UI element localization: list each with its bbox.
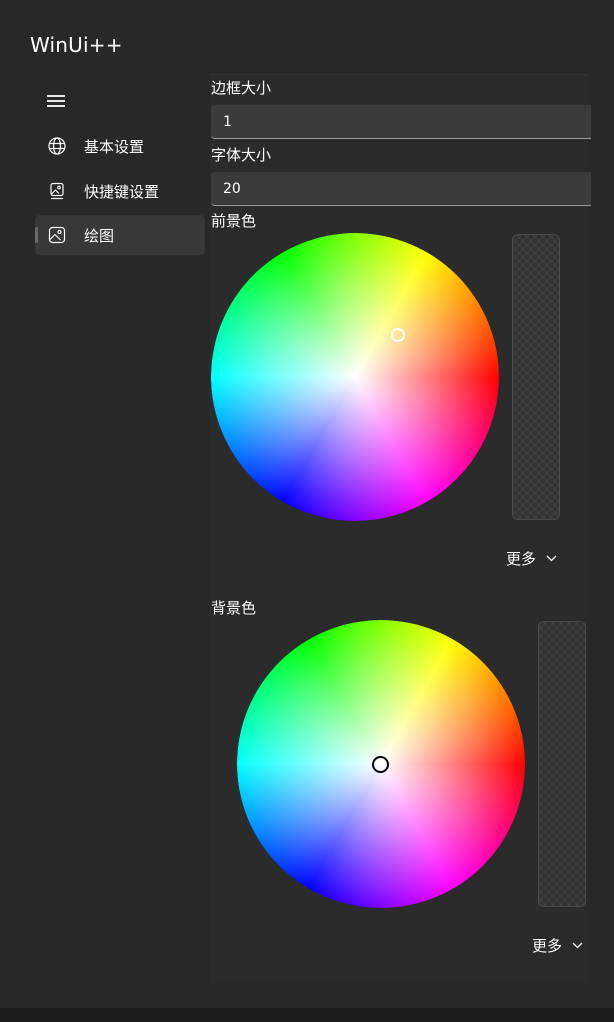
nav-item-label: 绘图 — [84, 227, 115, 245]
background-color-label: 背景色 — [211, 599, 257, 617]
image-icon — [48, 226, 66, 244]
foreground-more-button[interactable]: 更多 — [506, 548, 557, 569]
selection-indicator — [35, 227, 38, 243]
foreground-alpha-slider[interactable] — [512, 234, 560, 520]
chevron-down-icon — [546, 555, 557, 562]
chevron-down-icon — [572, 942, 583, 949]
more-label: 更多 — [506, 550, 537, 568]
font-size-input[interactable]: 20 — [211, 172, 591, 206]
menu-toggle-button[interactable] — [47, 93, 65, 107]
more-label: 更多 — [532, 937, 563, 955]
border-size-input[interactable]: 1 — [211, 105, 591, 139]
nav-item-label: 基本设置 — [84, 138, 145, 156]
font-size-label: 字体大小 — [211, 146, 272, 164]
hamburger-line — [47, 95, 65, 97]
background-alpha-slider[interactable] — [538, 621, 586, 907]
taskbar-edge — [0, 1008, 614, 1022]
border-size-label: 边框大小 — [211, 79, 272, 97]
nav-item-basic-settings[interactable]: 基本设置 — [35, 126, 205, 166]
nav-item-drawing[interactable]: 绘图 — [35, 215, 205, 255]
nav-item-label: 快捷键设置 — [84, 183, 160, 201]
app-title: WinUi++ — [30, 33, 123, 57]
globe-icon — [48, 137, 66, 155]
saturation-layer — [211, 233, 499, 521]
nav-item-shortcut-settings[interactable]: 快捷键设置 — [35, 171, 205, 211]
background-color-thumb[interactable] — [372, 756, 389, 773]
foreground-color-wheel[interactable] — [211, 233, 499, 521]
app-window: WinUi++ 基本设置 快捷键设置 绘图 边框大小 1 字体大小 20 前景色… — [0, 0, 614, 1008]
background-more-button[interactable]: 更多 — [532, 935, 583, 956]
foreground-color-label: 前景色 — [211, 212, 257, 230]
hamburger-line — [47, 105, 65, 107]
image-badge-icon — [50, 182, 64, 200]
hamburger-line — [47, 100, 65, 102]
foreground-color-thumb[interactable] — [391, 328, 405, 342]
